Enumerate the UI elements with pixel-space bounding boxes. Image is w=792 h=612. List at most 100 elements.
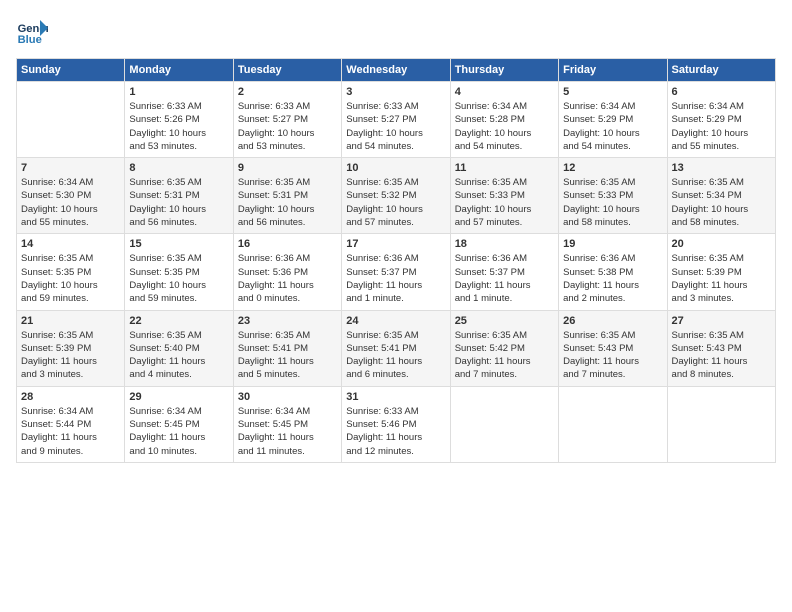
day-info: Sunrise: 6:35 AM Sunset: 5:43 PM Dayligh… <box>563 329 662 382</box>
weekday-header: Sunday <box>17 59 125 82</box>
day-number: 14 <box>21 238 120 250</box>
calendar-cell: 3 Sunrise: 6:33 AM Sunset: 5:27 PM Daylig… <box>342 82 450 158</box>
calendar-cell: 9 Sunrise: 6:35 AM Sunset: 5:31 PM Daylig… <box>233 158 341 234</box>
weekday-header: Saturday <box>667 59 775 82</box>
day-info: Sunrise: 6:36 AM Sunset: 5:38 PM Dayligh… <box>563 252 662 305</box>
day-info: Sunrise: 6:34 AM Sunset: 5:29 PM Dayligh… <box>563 100 662 153</box>
day-number: 18 <box>455 238 554 250</box>
day-info: Sunrise: 6:34 AM Sunset: 5:44 PM Dayligh… <box>21 405 120 458</box>
calendar-week-row: 21 Sunrise: 6:35 AM Sunset: 5:39 PM Dayli… <box>17 310 776 386</box>
day-number: 13 <box>672 162 771 174</box>
day-number: 9 <box>238 162 337 174</box>
calendar-cell: 15 Sunrise: 6:35 AM Sunset: 5:35 PM Dayli… <box>125 234 233 310</box>
day-number: 8 <box>129 162 228 174</box>
day-number: 20 <box>672 238 771 250</box>
day-number: 29 <box>129 391 228 403</box>
calendar-cell: 10Sunrise: 6:35 AM Sunset: 5:32 PM Dayli… <box>342 158 450 234</box>
weekday-header: Wednesday <box>342 59 450 82</box>
calendar-cell: 16Sunrise: 6:36 AM Sunset: 5:36 PM Dayli… <box>233 234 341 310</box>
day-info: Sunrise: 6:35 AM Sunset: 5:40 PM Dayligh… <box>129 329 228 382</box>
day-number: 5 <box>563 86 662 98</box>
calendar-cell: 27Sunrise: 6:35 AM Sunset: 5:43 PM Dayli… <box>667 310 775 386</box>
day-info: Sunrise: 6:33 AM Sunset: 5:26 PM Dayligh… <box>129 100 228 153</box>
day-info: Sunrise: 6:35 AM Sunset: 5:35 PM Dayligh… <box>129 252 228 305</box>
day-number: 21 <box>21 315 120 327</box>
calendar-cell: 23 Sunrise: 6:35 AM Sunset: 5:41 PM Dayli… <box>233 310 341 386</box>
day-info: Sunrise: 6:35 AM Sunset: 5:34 PM Dayligh… <box>672 176 771 229</box>
day-info: Sunrise: 6:33 AM Sunset: 5:27 PM Dayligh… <box>346 100 445 153</box>
weekday-header: Tuesday <box>233 59 341 82</box>
day-info: Sunrise: 6:34 AM Sunset: 5:45 PM Dayligh… <box>238 405 337 458</box>
day-number: 28 <box>21 391 120 403</box>
weekday-header: Friday <box>559 59 667 82</box>
day-info: Sunrise: 6:35 AM Sunset: 5:32 PM Dayligh… <box>346 176 445 229</box>
day-number: 3 <box>346 86 445 98</box>
day-number: 4 <box>455 86 554 98</box>
calendar-cell: 14 Sunrise: 6:35 AM Sunset: 5:35 PM Dayli… <box>17 234 125 310</box>
day-info: Sunrise: 6:35 AM Sunset: 5:31 PM Dayligh… <box>238 176 337 229</box>
logo-icon: General Blue <box>16 16 48 48</box>
calendar-cell: 18 Sunrise: 6:36 AM Sunset: 5:37 PM Dayli… <box>450 234 558 310</box>
day-info: Sunrise: 6:35 AM Sunset: 5:39 PM Dayligh… <box>672 252 771 305</box>
calendar-cell: 24 Sunrise: 6:35 AM Sunset: 5:41 PM Dayli… <box>342 310 450 386</box>
day-number: 30 <box>238 391 337 403</box>
header-row: SundayMondayTuesdayWednesdayThursdayFrid… <box>17 59 776 82</box>
day-number: 25 <box>455 315 554 327</box>
day-info: Sunrise: 6:35 AM Sunset: 5:39 PM Dayligh… <box>21 329 120 382</box>
day-info: Sunrise: 6:35 AM Sunset: 5:41 PM Dayligh… <box>238 329 337 382</box>
calendar-cell: 2 Sunrise: 6:33 AM Sunset: 5:27 PM Daylig… <box>233 82 341 158</box>
main-container: General Blue SundayMondayTuesdayWednesda… <box>0 0 792 471</box>
day-info: Sunrise: 6:35 AM Sunset: 5:33 PM Dayligh… <box>563 176 662 229</box>
calendar-table: SundayMondayTuesdayWednesdayThursdayFrid… <box>16 58 776 463</box>
calendar-cell: 26 Sunrise: 6:35 AM Sunset: 5:43 PM Dayli… <box>559 310 667 386</box>
calendar-cell: 20 Sunrise: 6:35 AM Sunset: 5:39 PM Dayli… <box>667 234 775 310</box>
weekday-header: Thursday <box>450 59 558 82</box>
calendar-cell <box>450 386 558 462</box>
day-info: Sunrise: 6:33 AM Sunset: 5:46 PM Dayligh… <box>346 405 445 458</box>
day-number: 16 <box>238 238 337 250</box>
calendar-cell: 1 Sunrise: 6:33 AM Sunset: 5:26 PM Daylig… <box>125 82 233 158</box>
calendar-cell: 29 Sunrise: 6:34 AM Sunset: 5:45 PM Dayli… <box>125 386 233 462</box>
day-number: 22 <box>129 315 228 327</box>
day-number: 19 <box>563 238 662 250</box>
day-info: Sunrise: 6:36 AM Sunset: 5:37 PM Dayligh… <box>455 252 554 305</box>
day-number: 31 <box>346 391 445 403</box>
day-info: Sunrise: 6:34 AM Sunset: 5:45 PM Dayligh… <box>129 405 228 458</box>
calendar-cell: 6 Sunrise: 6:34 AM Sunset: 5:29 PM Daylig… <box>667 82 775 158</box>
day-number: 1 <box>129 86 228 98</box>
calendar-week-row: 28 Sunrise: 6:34 AM Sunset: 5:44 PM Dayli… <box>17 386 776 462</box>
calendar-cell: 11Sunrise: 6:35 AM Sunset: 5:33 PM Dayli… <box>450 158 558 234</box>
day-number: 6 <box>672 86 771 98</box>
calendar-cell <box>17 82 125 158</box>
day-info: Sunrise: 6:35 AM Sunset: 5:41 PM Dayligh… <box>346 329 445 382</box>
day-info: Sunrise: 6:36 AM Sunset: 5:37 PM Dayligh… <box>346 252 445 305</box>
day-info: Sunrise: 6:34 AM Sunset: 5:29 PM Dayligh… <box>672 100 771 153</box>
day-info: Sunrise: 6:35 AM Sunset: 5:42 PM Dayligh… <box>455 329 554 382</box>
day-number: 26 <box>563 315 662 327</box>
day-number: 15 <box>129 238 228 250</box>
logo: General Blue <box>16 16 52 48</box>
day-number: 11 <box>455 162 554 174</box>
calendar-cell: 25 Sunrise: 6:35 AM Sunset: 5:42 PM Dayli… <box>450 310 558 386</box>
calendar-week-row: 14 Sunrise: 6:35 AM Sunset: 5:35 PM Dayli… <box>17 234 776 310</box>
day-number: 23 <box>238 315 337 327</box>
day-info: Sunrise: 6:34 AM Sunset: 5:30 PM Dayligh… <box>21 176 120 229</box>
day-info: Sunrise: 6:33 AM Sunset: 5:27 PM Dayligh… <box>238 100 337 153</box>
day-number: 2 <box>238 86 337 98</box>
day-number: 24 <box>346 315 445 327</box>
calendar-cell: 31 Sunrise: 6:33 AM Sunset: 5:46 PM Dayli… <box>342 386 450 462</box>
calendar-cell: 4Sunrise: 6:34 AM Sunset: 5:28 PM Daylig… <box>450 82 558 158</box>
calendar-week-row: 1 Sunrise: 6:33 AM Sunset: 5:26 PM Daylig… <box>17 82 776 158</box>
day-number: 7 <box>21 162 120 174</box>
calendar-cell: 30 Sunrise: 6:34 AM Sunset: 5:45 PM Dayli… <box>233 386 341 462</box>
header: General Blue <box>16 16 776 48</box>
calendar-cell: 7 Sunrise: 6:34 AM Sunset: 5:30 PM Daylig… <box>17 158 125 234</box>
calendar-cell: 19 Sunrise: 6:36 AM Sunset: 5:38 PM Dayli… <box>559 234 667 310</box>
svg-text:Blue: Blue <box>18 34 42 46</box>
day-info: Sunrise: 6:35 AM Sunset: 5:31 PM Dayligh… <box>129 176 228 229</box>
calendar-cell: 12Sunrise: 6:35 AM Sunset: 5:33 PM Dayli… <box>559 158 667 234</box>
calendar-cell: 8 Sunrise: 6:35 AM Sunset: 5:31 PM Daylig… <box>125 158 233 234</box>
day-info: Sunrise: 6:35 AM Sunset: 5:35 PM Dayligh… <box>21 252 120 305</box>
calendar-cell <box>667 386 775 462</box>
calendar-cell: 22 Sunrise: 6:35 AM Sunset: 5:40 PM Dayli… <box>125 310 233 386</box>
